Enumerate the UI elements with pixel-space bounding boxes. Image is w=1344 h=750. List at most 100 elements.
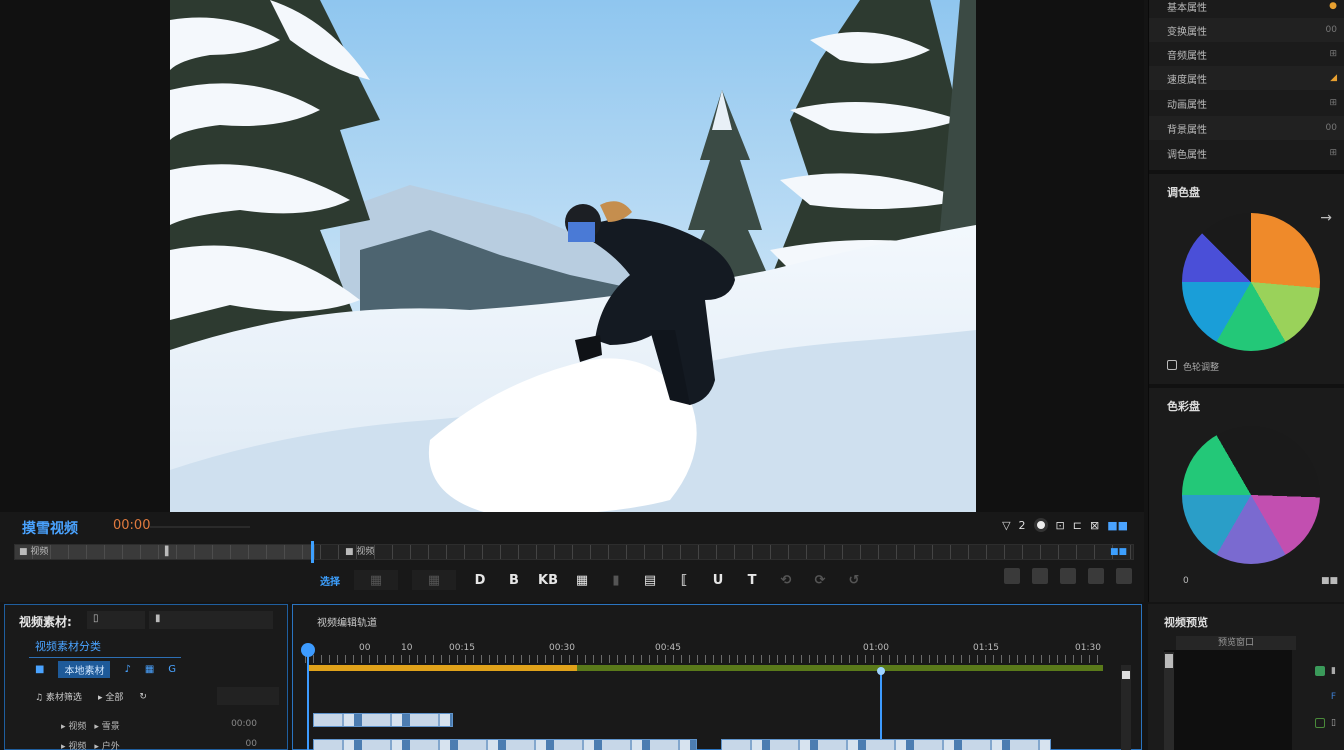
media-category-title: 视频素材分类 [35,640,101,653]
undo-button[interactable]: ▦ [354,570,398,590]
slider-thumb[interactable] [1165,654,1173,668]
filter-label[interactable]: ♫ 素材筛选 [35,690,82,703]
scrub-label: ▌ [165,547,172,557]
clip-frames [314,740,696,750]
timeline-ruler[interactable]: 00 10 00:15 00:30 00:45 01:00 01:15 01:3… [305,643,1105,663]
ruler-mark: 10 [401,643,413,653]
media-field[interactable]: ▯ [87,611,145,629]
wheel-min-label: 0 [1183,576,1189,586]
timecode-bar [150,526,250,528]
scrub-bar[interactable]: ■ 视频 ▌ ■ 视频 ■■ [14,541,1134,563]
color-wheel-title: 色彩盘 [1167,400,1200,413]
marker-line[interactable] [877,667,885,750]
video-preview[interactable] [170,0,976,516]
crop-icon[interactable]: ⊡ [1056,519,1065,532]
note-icon [1167,360,1177,370]
layout-icon[interactable] [1032,568,1048,584]
trim-tool-button[interactable]: U [708,570,728,590]
arrow-right-icon[interactable]: → [1320,210,1332,226]
section-divider [1149,170,1344,174]
property-row[interactable]: 变换属性 00 [1149,18,1344,42]
preview-slider[interactable] [1164,652,1174,750]
timeline-playhead[interactable] [301,643,315,750]
filter-input[interactable] [217,687,279,705]
split-tool-button[interactable]: D [470,570,490,590]
ruler-mark: 00:15 [449,643,475,653]
video-clip[interactable] [313,713,453,727]
select-tool-button[interactable]: 选择 [320,570,340,590]
property-row[interactable]: 基本属性 ● [1149,0,1344,18]
marker-knob[interactable] [877,667,885,675]
color-wheel[interactable] [1182,426,1320,564]
text-tool-button[interactable]: T [742,570,762,590]
more-icon[interactable] [1116,568,1132,584]
media-filter: ♫ 素材筛选 ▸ 全部 ↻ [35,690,147,704]
ruler-mark: 00:30 [549,643,575,653]
option-swatch [1315,692,1325,702]
tree-row[interactable]: ▸ 视频 ▸ 户外 [61,739,120,750]
ruler-mark: 00 [359,643,371,653]
flip-icon[interactable]: ⟳ [810,570,830,590]
property-row[interactable]: 音频属性 ⊞ [1149,42,1344,66]
keyframe-tool-button[interactable]: KB [538,570,558,590]
grid-icon[interactable]: ▦ [145,664,154,675]
aspect-icon[interactable]: ⊠ [1090,519,1099,532]
viewer-panel [0,0,1144,518]
color-wheel-title: 调色盘 [1167,186,1200,199]
fullscreen-icon[interactable] [1060,568,1076,584]
filter-all[interactable]: ▸ 全部 [98,690,123,703]
settings-icon[interactable] [1088,568,1104,584]
property-row[interactable]: 背景属性 00 [1149,116,1344,140]
tree-value: 00 [245,739,257,749]
section-divider [1149,384,1344,388]
playhead-knob[interactable] [301,643,315,657]
preview-title: 视频预览 [1164,616,1208,629]
audio-icon[interactable]: ♪ [124,664,130,675]
folder-icon[interactable]: ■ [35,664,44,675]
scrub-end-label[interactable]: ■■ [1110,545,1127,559]
tab-local-media[interactable]: 本地素材 [58,661,111,678]
preview-canvas [1164,650,1292,750]
transport-bar: 摸雪视频 00:00 ▽ 2 ⊡ ⊏ ⊠ ■■ ■ 视频 ▌ ■ 视频 ■■ 选… [0,512,1144,602]
fit-icon[interactable]: ⊏ [1073,519,1082,532]
zoom-control[interactable]: ■■ [1107,519,1128,532]
scroll-thumb[interactable] [1122,671,1130,679]
speed-label[interactable]: 2 [1019,519,1026,532]
preview-window-button[interactable]: 预览窗口 [1176,636,1296,650]
bracket-tool-button[interactable]: ⟦ [674,570,694,590]
snow-scene-image [170,0,976,516]
mask-tool-button[interactable]: ▮ [606,570,626,590]
wheel-max-label: ■■ [1320,576,1338,586]
filter-icon[interactable]: ▽ [1002,519,1010,532]
video-clip[interactable] [721,739,1051,750]
record-icon[interactable] [1033,518,1048,532]
ruler-mark: 01:00 [863,643,889,653]
property-row[interactable]: 动画属性 ⊞ [1149,91,1344,115]
media-tabs: ■ 本地素材 ♪ ▦ G [35,661,176,678]
side-option[interactable]: ▯ [1315,718,1336,728]
redo-button[interactable]: ▦ [412,570,456,590]
tree-value: 00:00 [231,719,257,729]
blade-tool-button[interactable]: B [504,570,524,590]
refresh-icon[interactable]: G [168,664,176,675]
reload-icon[interactable]: ↻ [139,692,147,702]
rotate-icon[interactable]: ⟲ [776,570,796,590]
color-wheel[interactable] [1182,213,1320,351]
mirror-icon[interactable]: ↺ [844,570,864,590]
media-search-input[interactable]: ▮ [149,611,273,629]
playhead[interactable] [311,541,314,563]
video-clip[interactable] [313,739,697,750]
timecode-display: 00:00 [113,518,151,533]
media-panel: 视频素材: ▯ ▮ 视频素材分类 ■ 本地素材 ♪ ▦ G ♫ 素材筛选 ▸ 全… [4,604,288,750]
tree-row[interactable]: ▸ 视频 ▸ 雪景 [61,719,120,732]
audio-track-bar[interactable] [307,665,1103,671]
side-option[interactable]: F [1315,692,1336,702]
property-row[interactable]: 速度属性 ◢ [1149,66,1344,90]
timeline-scrollbar[interactable] [1121,665,1131,750]
selected-range[interactable] [307,665,577,671]
export-icon[interactable] [1004,568,1020,584]
text-align-button[interactable]: ▤ [640,570,660,590]
grid-tool-button[interactable]: ▦ [572,570,592,590]
side-option[interactable]: ▮ [1315,666,1336,676]
property-row[interactable]: 调色属性 ⊞ [1149,141,1344,165]
